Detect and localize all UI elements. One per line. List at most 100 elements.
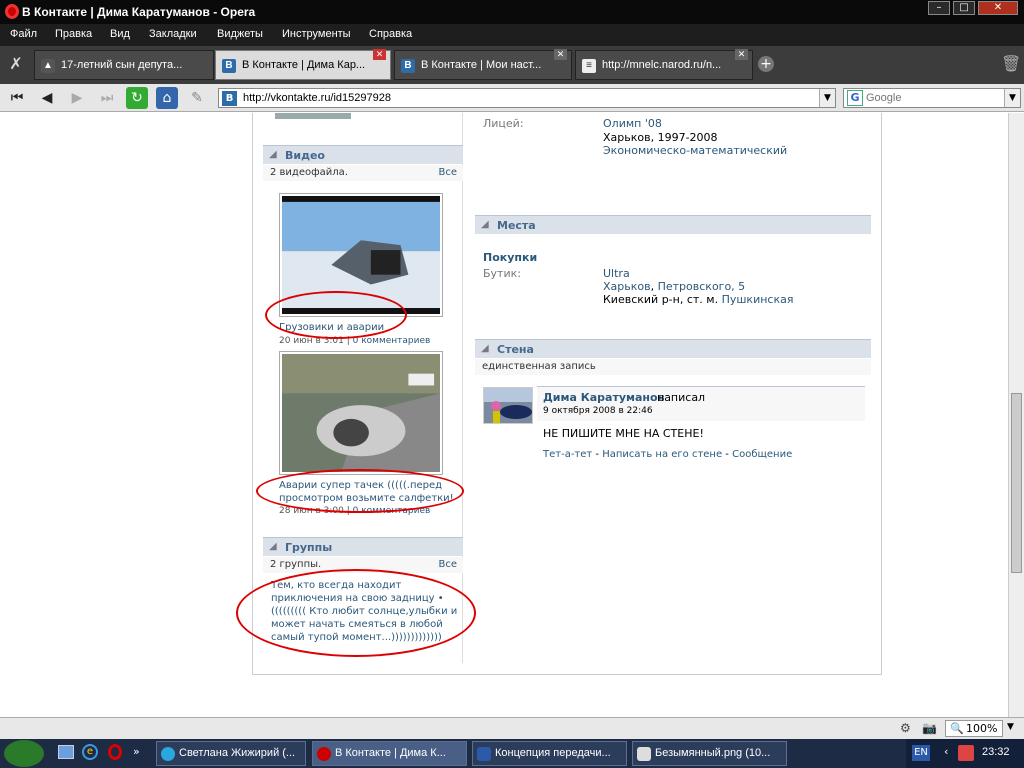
places-district-text: Киевский р-н, ст. м. [603, 293, 719, 306]
search-dropdown-icon[interactable]: ▼ [1004, 89, 1020, 107]
search-input[interactable] [866, 91, 1002, 105]
zoom-control[interactable]: 🔍 100% [945, 720, 1003, 737]
write-on-wall-link[interactable]: Написать на его стене [602, 449, 722, 460]
places-metro[interactable]: Пушкинская [722, 293, 794, 306]
wall-subtitle: единственная запись [482, 361, 596, 372]
message-link[interactable]: Сообщение [732, 449, 792, 460]
new-tab-button[interactable]: + [758, 56, 774, 72]
trash-icon[interactable]: 🗑 [1001, 54, 1021, 74]
tab-close-icon[interactable]: ✕ [735, 49, 748, 60]
show-desktop-icon[interactable] [58, 745, 74, 759]
collapse-arrow-icon[interactable]: ◢ [481, 343, 489, 354]
address-field[interactable]: B http://vkontakte.ru/id15297928 ▼ [218, 88, 836, 108]
wall-post-actions: Тет-а-тет - Написать на его стене - Сооб… [543, 449, 793, 460]
zoom-dropdown-icon[interactable]: ▼ [1007, 722, 1014, 732]
video-thumbnail-2[interactable] [279, 351, 443, 475]
places-title: Места [497, 219, 536, 232]
groups-count: 2 группы. [270, 559, 322, 570]
video-1-comments[interactable]: 0 комментариев [353, 336, 431, 346]
places-label: Бутик: [483, 267, 521, 280]
collapse-arrow-icon[interactable]: ◢ [269, 541, 277, 552]
google-icon[interactable]: G [847, 90, 863, 106]
education-faculty[interactable]: Экономическо-математический [603, 144, 787, 157]
wall-subheader: единственная запись [475, 359, 871, 375]
language-indicator[interactable]: EN [912, 745, 930, 761]
tete-a-tete-link[interactable]: Тет-а-тет [543, 449, 592, 460]
reload-icon[interactable]: ↻ [126, 87, 148, 109]
profile-page: ◢ Видео 2 видеофайла. Все Грузовики и ав… [236, 113, 882, 675]
wall-post-author[interactable]: Дима Каратуманов [543, 391, 665, 404]
menu-help[interactable]: Справка [369, 28, 412, 40]
opera-icon[interactable] [108, 744, 122, 760]
tray-app-icon[interactable] [958, 745, 974, 761]
video-subheader: 2 видеофайла. Все [263, 165, 463, 181]
magnifier-icon: 🔍 [950, 722, 964, 735]
menu-tools[interactable]: Инструменты [282, 28, 351, 40]
maximize-button[interactable]: □ [953, 1, 975, 15]
close-button[interactable]: ✕ [978, 1, 1018, 15]
url-text[interactable]: http://vkontakte.ru/id15297928 [243, 92, 391, 104]
places-category: Покупки [483, 251, 538, 264]
menu-widgets[interactable]: Виджеты [217, 28, 263, 40]
places-name[interactable]: Ultra [603, 267, 630, 280]
groups-header: ◢ Группы [263, 537, 463, 556]
places-district: Киевский р-н, ст. м. Пушкинская [603, 293, 793, 306]
search-field[interactable]: G ▼ [843, 88, 1021, 108]
forward-icon[interactable]: ▶ [66, 87, 88, 109]
edit-icon[interactable]: ✎ [186, 87, 208, 109]
places-street[interactable]: Петровского, 5 [658, 280, 746, 293]
scrollbar-thumb[interactable] [1011, 393, 1022, 573]
groups-all-link[interactable]: Все [438, 559, 457, 570]
tab-2[interactable]: B В Контакте | Дима Кар... ✕ [215, 49, 391, 80]
start-button[interactable] [4, 740, 44, 767]
tab-3[interactable]: B В Контакте | Мои наст... ✕ [394, 49, 572, 80]
quicklaunch-more-icon[interactable]: » [133, 745, 140, 758]
collapse-arrow-icon[interactable]: ◢ [481, 219, 489, 230]
collapse-arrow-icon[interactable]: ◢ [269, 149, 277, 160]
tab-label: 17-летний сын депута... [61, 59, 183, 71]
wall-header: ◢ Стена [475, 339, 871, 358]
avatar[interactable] [483, 387, 533, 424]
education-school[interactable]: Олимп '08 [603, 117, 662, 130]
taskbar-item-paint[interactable]: Безымянный.png (10... [632, 741, 787, 766]
taskbar-item-skype[interactable]: Светлана Жижирий (... [156, 741, 306, 766]
back-icon[interactable]: ◀ [36, 87, 58, 109]
places-city[interactable]: Харьков [603, 280, 651, 293]
speed-dial-icon[interactable]: ⚙ [900, 721, 916, 737]
taskbar-item-opera[interactable]: В Контакте | Дима К... [312, 741, 467, 766]
window-title: В Контакте | Дима Каратуманов - Opera [22, 5, 256, 19]
camera-icon[interactable]: 📷 [922, 721, 940, 737]
tab-1[interactable]: ▲ 17-летний сын депута... [34, 50, 214, 80]
ie-icon[interactable]: e [82, 744, 98, 760]
taskbar-label: В Контакте | Дима К... [335, 747, 446, 759]
fast-forward-icon[interactable]: ⏭ [96, 87, 118, 109]
taskbar-label: Светлана Жижирий (... [179, 747, 296, 759]
video-header: ◢ Видео [263, 145, 463, 164]
menu-bar: Файл Правка Вид Закладки Виджеты Инструм… [0, 24, 1024, 46]
clock[interactable]: 23:32 [982, 746, 1010, 758]
tray-chevron-icon[interactable]: ‹ [944, 745, 948, 758]
menu-bookmarks[interactable]: Закладки [149, 28, 197, 40]
rewind-icon[interactable]: ⏮ [6, 87, 28, 109]
education-place: Харьков, 1997-2008 [603, 131, 718, 144]
menu-edit[interactable]: Правка [55, 28, 92, 40]
tab-close-icon[interactable]: ✕ [554, 49, 567, 60]
menu-file[interactable]: Файл [10, 28, 37, 40]
opera-logo-icon [5, 4, 19, 19]
wall-post-text: НЕ ПИШИТЕ МНЕ НА СТЕНЕ! [543, 427, 704, 440]
tab-4[interactable]: ≡ http://mnelc.narod.ru/n... ✕ [575, 49, 753, 80]
taskbar-label: Концепция передачи... [495, 747, 611, 759]
home-icon[interactable]: ⌂ [156, 87, 178, 109]
address-dropdown-icon[interactable]: ▼ [819, 89, 835, 107]
vk-favicon-icon: B [222, 91, 237, 106]
tools-icon[interactable]: ✗ [5, 54, 27, 76]
tab-close-icon[interactable]: ✕ [373, 49, 386, 60]
minimize-button[interactable]: – [928, 1, 950, 15]
menu-view[interactable]: Вид [110, 28, 130, 40]
tab-favicon-icon: ▲ [41, 59, 55, 73]
taskbar-item-word[interactable]: Концепция передачи... [472, 741, 627, 766]
video-all-link[interactable]: Все [438, 167, 457, 178]
skype-icon [161, 747, 175, 761]
vertical-scrollbar[interactable] [1008, 113, 1024, 717]
highlight-ellipse [265, 291, 407, 339]
